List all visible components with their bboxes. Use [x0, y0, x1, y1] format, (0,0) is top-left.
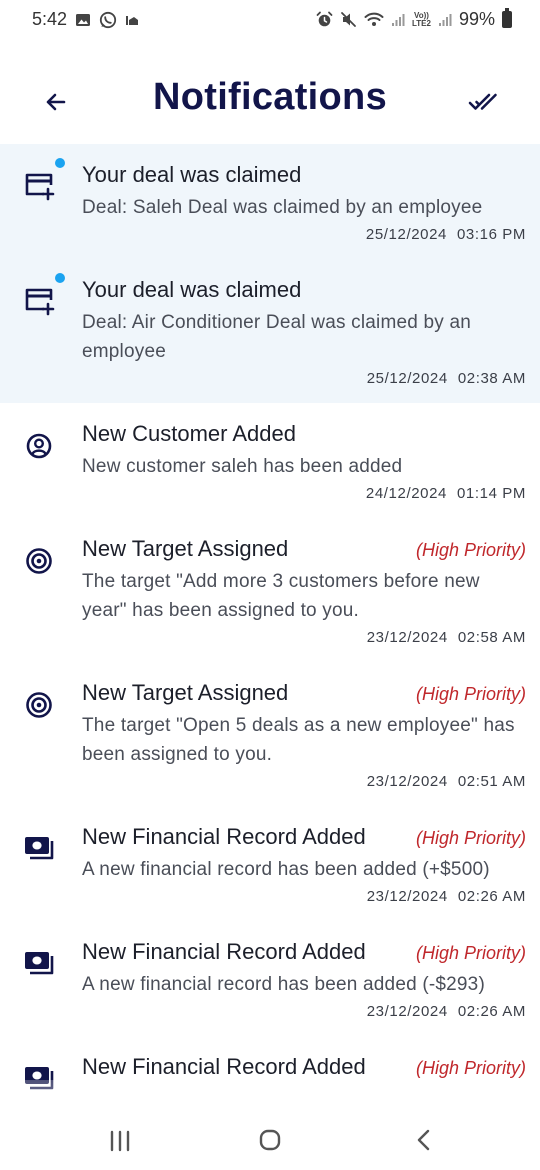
system-back-button[interactable]: [394, 1120, 454, 1160]
notification-head: New Target Assigned (High Priority): [82, 534, 526, 564]
notification-title: New Target Assigned: [82, 536, 289, 561]
notification-item[interactable]: New Financial Record Added (High Priorit…: [0, 1036, 540, 1090]
notification-time: 02:58 AM: [457, 629, 526, 646]
gallery-icon: [76, 13, 91, 26]
notification-date: 23/12/2024: [366, 773, 448, 790]
notification-date: 23/12/2024: [366, 1003, 448, 1020]
double-check-icon: [468, 93, 497, 110]
home-icon: [259, 1129, 281, 1151]
notification-icon: [126, 15, 139, 25]
mute-icon: [341, 12, 356, 27]
notification-timestamp: 25/12/2024 03:16 PM: [82, 226, 526, 259]
money-icon: [25, 952, 54, 975]
notification-date: 23/12/2024: [366, 888, 448, 905]
notification-head: New Customer Added: [82, 419, 526, 449]
notification-time: 02:26 AM: [457, 1003, 526, 1020]
notification-body: New customer saleh has been added: [82, 456, 403, 477]
system-nav-bar: [0, 1110, 540, 1170]
notification-body: A new financial record has been added (-…: [82, 974, 485, 995]
notification-head: Your deal was claimed: [82, 275, 526, 305]
notification-title: Your deal was claimed: [82, 162, 302, 187]
notification-timestamp: 25/12/2024 02:38 AM: [82, 370, 526, 403]
notification-date: 25/12/2024: [365, 226, 447, 243]
mark-all-read-button[interactable]: [464, 82, 504, 122]
notification-head: New Target Assigned (High Priority): [82, 678, 526, 708]
notification-body: A new financial record has been added (+…: [82, 859, 490, 880]
notification-head: New Financial Record Added (High Priorit…: [82, 822, 526, 852]
card-plus-icon: [25, 173, 55, 201]
recents-button[interactable]: [90, 1120, 150, 1160]
notification-item[interactable]: Your deal was claimed Deal: Air Conditio…: [0, 259, 540, 403]
priority-label: (High Priority): [415, 828, 526, 848]
status-bar-right: Vo)) LTE2 99%: [316, 8, 512, 30]
notification-time: 02:26 AM: [457, 888, 526, 905]
user-circle-icon: [26, 433, 52, 459]
notification-head: Your deal was claimed: [82, 160, 526, 190]
notification-time: 02:51 AM: [457, 773, 526, 790]
notification-date: 23/12/2024: [366, 629, 448, 646]
notification-title: New Financial Record Added: [82, 1054, 366, 1079]
notification-title: Your deal was claimed: [82, 277, 302, 302]
target-icon: [26, 548, 52, 574]
home-button[interactable]: [240, 1120, 300, 1160]
notification-head: New Financial Record Added (High Priorit…: [82, 1052, 526, 1082]
notification-item[interactable]: New Customer Added New customer saleh ha…: [0, 403, 540, 518]
notification-title: New Financial Record Added: [82, 939, 366, 964]
notification-date: 25/12/2024: [366, 370, 448, 387]
notification-timestamp: 23/12/2024 02:58 AM: [82, 629, 526, 662]
whatsapp-icon: [99, 11, 117, 28]
target-icon: [26, 692, 52, 718]
notification-timestamp: 23/12/2024 02:26 AM: [82, 1003, 526, 1036]
notification-time: 01:14 PM: [456, 485, 526, 502]
page-title: Notifications: [152, 76, 387, 118]
signal-icon: [392, 13, 405, 26]
signal-icon: [438, 13, 452, 26]
notification-item[interactable]: New Target Assigned (High Priority) The …: [0, 518, 540, 662]
notification-title: New Customer Added: [82, 421, 296, 446]
notification-head: New Financial Record Added (High Priorit…: [82, 937, 526, 967]
notification-date: 24/12/2024: [365, 485, 447, 502]
notification-item[interactable]: New Financial Record Added (High Priorit…: [0, 806, 540, 921]
notification-item[interactable]: New Financial Record Added (High Priorit…: [0, 921, 540, 1036]
volte-icon: Vo)) LTE2: [412, 10, 431, 28]
money-icon: [25, 837, 54, 860]
notification-time: 03:16 PM: [456, 226, 526, 243]
status-bar-left: 5:42: [32, 9, 139, 30]
notification-timestamp: 23/12/2024 02:51 AM: [82, 773, 526, 806]
unread-dot: [55, 158, 65, 168]
battery-percentage: 99%: [458, 9, 495, 29]
card-plus-icon: [25, 288, 55, 316]
notification-title: New Target Assigned: [82, 680, 289, 705]
battery-icon: [502, 8, 512, 28]
priority-label: (High Priority): [415, 1058, 526, 1078]
notification-body: The target "Add more 3 customers before …: [82, 571, 480, 621]
notification-body: Deal: Saleh Deal was claimed by an emplo…: [82, 197, 483, 218]
notification-timestamp: 23/12/2024 02:26 AM: [82, 888, 526, 921]
notification-timestamp: 24/12/2024 01:14 PM: [82, 485, 526, 518]
notification-body: The target "Open 5 deals as a new employ…: [82, 715, 515, 765]
notification-time: 02:38 AM: [457, 370, 526, 387]
unread-dot: [55, 273, 65, 283]
priority-label: (High Priority): [415, 943, 526, 963]
alarm-icon: [316, 11, 333, 27]
notification-item[interactable]: Your deal was claimed Deal: Saleh Deal w…: [0, 144, 540, 259]
priority-label: (High Priority): [415, 684, 526, 704]
status-bar: 5:42 Vo)) LTE2 99%: [0, 0, 540, 40]
back-chevron-icon: [417, 1129, 430, 1151]
priority-label: (High Priority): [415, 540, 526, 560]
status-time: 5:42: [32, 9, 68, 29]
wifi-icon: [364, 12, 384, 26]
recents-icon: [110, 1130, 130, 1152]
app-header: Notifications: [0, 60, 540, 140]
notification-title: New Financial Record Added: [82, 824, 366, 849]
notification-list[interactable]: Your deal was claimed Deal: Saleh Deal w…: [0, 144, 540, 1104]
notification-item[interactable]: New Target Assigned (High Priority) The …: [0, 662, 540, 806]
notification-body: Deal: Air Conditioner Deal was claimed b…: [82, 312, 471, 362]
